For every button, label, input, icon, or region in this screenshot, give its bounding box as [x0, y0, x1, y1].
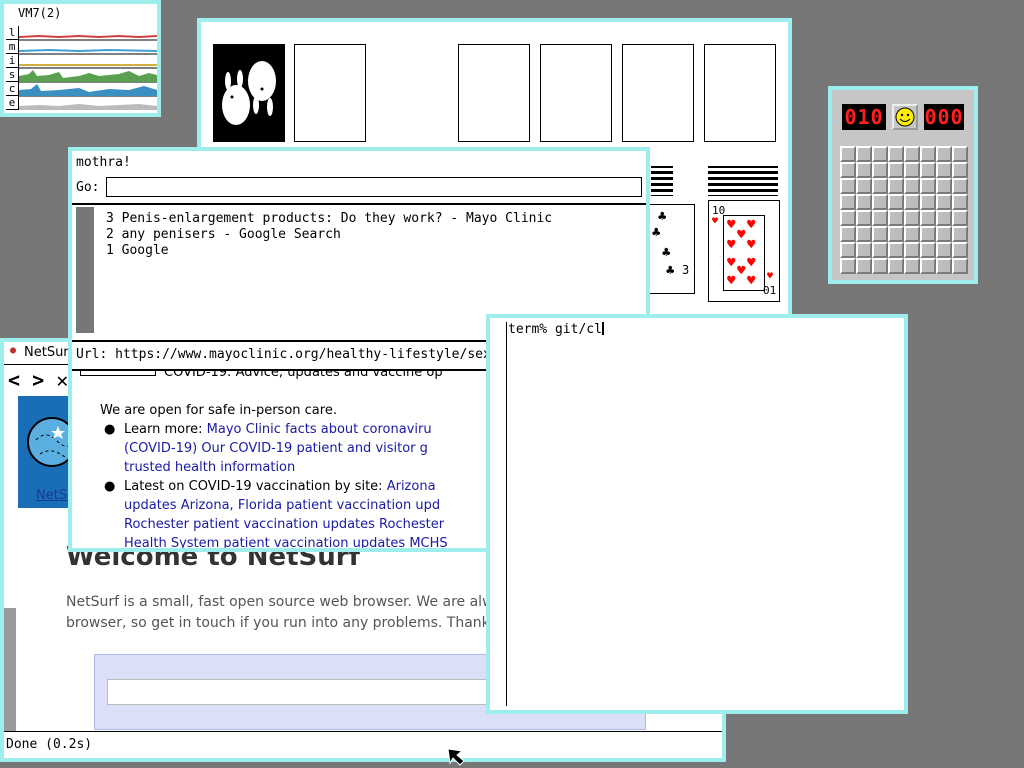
back-button[interactable]: < [8, 368, 20, 392]
bunny-card-back-icon [222, 61, 276, 125]
patient-visitor-link[interactable]: (COVID-19) Our COVID-19 patient and visi… [124, 439, 428, 458]
image-placeholder [80, 371, 156, 376]
stats-legend-c: c [6, 82, 18, 96]
arizona-updates-link[interactable]: updates Arizona, [124, 498, 234, 513]
card-rank-bottom: 01 [763, 284, 777, 297]
stop-button[interactable]: ✕ [56, 368, 68, 392]
minesweeper-window[interactable]: 010 000 [828, 86, 978, 284]
stats-legend-s: s [6, 68, 18, 82]
go-input[interactable] [106, 177, 642, 197]
foundation-2[interactable] [540, 44, 612, 142]
foundation-3[interactable] [622, 44, 694, 142]
stats-window[interactable]: VM7(2) l m i s c e [0, 0, 161, 117]
heart-suit-icon: ♥ [712, 216, 719, 227]
club-suit-icon: ♣ [658, 209, 667, 225]
learn-more-label: Learn more: [124, 422, 203, 437]
netsurf-logo-icon: ● [10, 345, 17, 356]
forward-button[interactable]: > [32, 368, 44, 392]
heart-pips-icon: ♥ ♥ ♥ ♥ ♥ ♥ ♥ ♥ ♥ ♥ [727, 217, 756, 289]
bullet-icon: ● [104, 479, 116, 494]
club-suit-icon: ♣ [666, 263, 675, 279]
netsurf-scrollbar[interactable] [4, 608, 16, 732]
foundation-1[interactable] [458, 44, 530, 142]
terminal-text[interactable]: term% git/cl [508, 322, 604, 337]
mothra-title: mothra! [76, 155, 131, 170]
mine-counter: 010 [842, 104, 886, 130]
mouse-pointer-icon [448, 749, 465, 766]
url-display: Url: https://www.mayoclinic.org/healthy-… [76, 347, 491, 362]
history-scrollbar[interactable] [76, 207, 94, 333]
history-item[interactable]: 1 Google [106, 243, 552, 259]
smiley-face-icon [895, 107, 915, 127]
arizona-link[interactable]: Arizona [387, 479, 436, 494]
history-item[interactable]: 2 any penisers - Google Search [106, 227, 552, 243]
stats-graphs [19, 34, 157, 110]
stock-pile[interactable] [213, 44, 285, 142]
terminal-scrollbar[interactable] [494, 322, 507, 706]
netsurf-title: NetSurf [24, 345, 74, 360]
florida-updates-link[interactable]: Florida patient vaccination upd [238, 498, 440, 513]
terminal-window[interactable]: term% git/cl [486, 314, 908, 714]
card-ten-of-hearts[interactable]: 10 ♥ ♥ ♥ ♥ ♥ ♥ ♥ ♥ ♥ ♥ ♥ ♥ 01 [708, 200, 780, 302]
netsurf-intro-paragraph: NetSurf is a small, fast open source web… [66, 594, 494, 631]
club-suit-icon: ♣ [652, 225, 661, 241]
stats-legend-l: l [6, 26, 18, 40]
stats-legend-i: i [6, 54, 18, 68]
search-input[interactable] [107, 679, 529, 705]
club-suit-icon: ♣ [662, 245, 671, 261]
trusted-info-link[interactable]: trusted health information [124, 458, 295, 477]
rochester-updates-link[interactable]: Rochester patient vaccination updates Ro… [124, 515, 444, 534]
card-rank: 3 [682, 263, 690, 277]
terminal-prompt: term% git/cl [508, 322, 602, 337]
stats-title: VM7(2) [18, 6, 62, 20]
waste-pile[interactable] [294, 44, 366, 142]
history-list: 3 Penis-enlargement products: Do they wo… [106, 211, 552, 259]
status-bar: Done (0.2s) [4, 731, 722, 758]
foundation-4[interactable] [704, 44, 776, 142]
heart-suit-icon: ♥ [767, 271, 774, 282]
stats-legend-m: m [6, 40, 18, 54]
timer-display: 000 [924, 104, 964, 130]
vaccination-label: Latest on COVID-19 vaccination by site: [124, 479, 383, 494]
go-label: Go: [76, 180, 100, 195]
smiley-reset-button[interactable] [892, 104, 918, 130]
text-cursor [601, 322, 604, 335]
covid-heading: COVID-19: Advice, updates and vaccine op [164, 369, 443, 380]
history-item[interactable]: 3 Penis-enlargement products: Do they wo… [106, 211, 552, 227]
open-notice: We are open for safe in-person care. [100, 403, 337, 418]
stats-legend: l m i s c e [6, 26, 19, 110]
coronavirus-facts-link[interactable]: Mayo Clinic facts about coronaviru [207, 422, 432, 437]
nav-toolbar: < > ✕ [8, 368, 68, 392]
bullet-icon: ● [104, 422, 116, 437]
mine-grid[interactable] [840, 146, 968, 274]
mchs-updates-link[interactable]: Health System patient vaccination update… [124, 534, 448, 548]
stats-legend-e: e [6, 96, 18, 110]
